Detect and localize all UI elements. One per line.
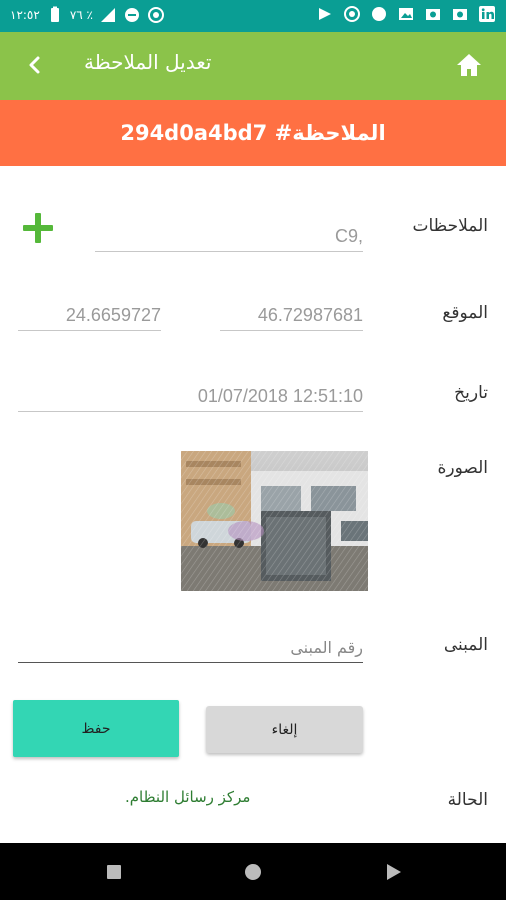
camera-icon bbox=[424, 5, 442, 23]
building-number-input[interactable] bbox=[18, 632, 363, 663]
do-not-disturb-icon bbox=[123, 6, 141, 24]
photo-label: الصورة bbox=[437, 458, 488, 478]
image-icon bbox=[397, 5, 415, 23]
add-note-button[interactable] bbox=[20, 210, 56, 246]
signal-icon bbox=[99, 6, 117, 24]
back-nav-button[interactable] bbox=[380, 859, 406, 885]
app-bar: تعديل الملاحظة bbox=[0, 32, 506, 100]
date-field[interactable]: 01/07/2018 12:51:10 bbox=[18, 385, 363, 412]
hotspot-icon bbox=[147, 6, 165, 24]
cancel-button[interactable]: إلغاء bbox=[206, 706, 363, 753]
latitude-value: 24.6659727 bbox=[65, 305, 161, 325]
notes-label: الملاحظات bbox=[412, 216, 488, 236]
camera-icon bbox=[451, 5, 469, 23]
chevron-left-icon bbox=[29, 56, 40, 74]
status-bar: ١٢:٥٢ ٧٦ ٪ bbox=[0, 0, 506, 32]
building-label: المبنى bbox=[443, 635, 488, 655]
note-photo[interactable] bbox=[181, 451, 368, 591]
date-label: تاريخ bbox=[454, 383, 488, 403]
longitude-value: 46.72987681 bbox=[257, 305, 363, 325]
circle-icon bbox=[370, 5, 388, 23]
date-value: 01/07/2018 12:51:10 bbox=[197, 386, 363, 406]
battery-icon bbox=[46, 6, 64, 24]
building-photo-image bbox=[181, 451, 368, 591]
linkedin-icon bbox=[478, 5, 496, 23]
record-icon bbox=[343, 5, 361, 23]
home-icon bbox=[457, 54, 481, 76]
plus-icon bbox=[23, 213, 53, 243]
status-right bbox=[316, 5, 496, 23]
system-message-text: مركز رسائل النظام. bbox=[125, 788, 251, 806]
recents-icon bbox=[107, 865, 121, 879]
page-title: تعديل الملاحظة bbox=[84, 50, 212, 74]
status-label: الحالة bbox=[447, 790, 488, 810]
notes-field[interactable]: C9, bbox=[95, 225, 363, 252]
home-nav-button[interactable] bbox=[240, 859, 266, 885]
android-nav-bar bbox=[0, 843, 506, 900]
latitude-field[interactable]: 24.6659727 bbox=[18, 304, 161, 331]
flag-icon bbox=[316, 5, 334, 23]
notes-value: C9, bbox=[334, 226, 363, 246]
note-id-text: الملاحظة# 294d0a4bd7 bbox=[120, 121, 386, 145]
time-text: ١٢:٥٢ bbox=[10, 8, 40, 22]
back-triangle-icon bbox=[387, 864, 401, 880]
back-button[interactable] bbox=[20, 50, 50, 80]
save-button[interactable]: حفظ bbox=[13, 700, 179, 757]
recents-button[interactable] bbox=[101, 859, 127, 885]
longitude-field[interactable]: 46.72987681 bbox=[220, 304, 363, 331]
home-circle-icon bbox=[245, 864, 261, 880]
home-button[interactable] bbox=[454, 50, 484, 80]
battery-text: ٧٦ ٪ bbox=[69, 8, 93, 22]
note-id-banner: الملاحظة# 294d0a4bd7 bbox=[0, 100, 506, 166]
location-label: الموقع bbox=[442, 303, 488, 323]
status-left: ١٢:٥٢ ٧٦ ٪ bbox=[10, 6, 165, 24]
